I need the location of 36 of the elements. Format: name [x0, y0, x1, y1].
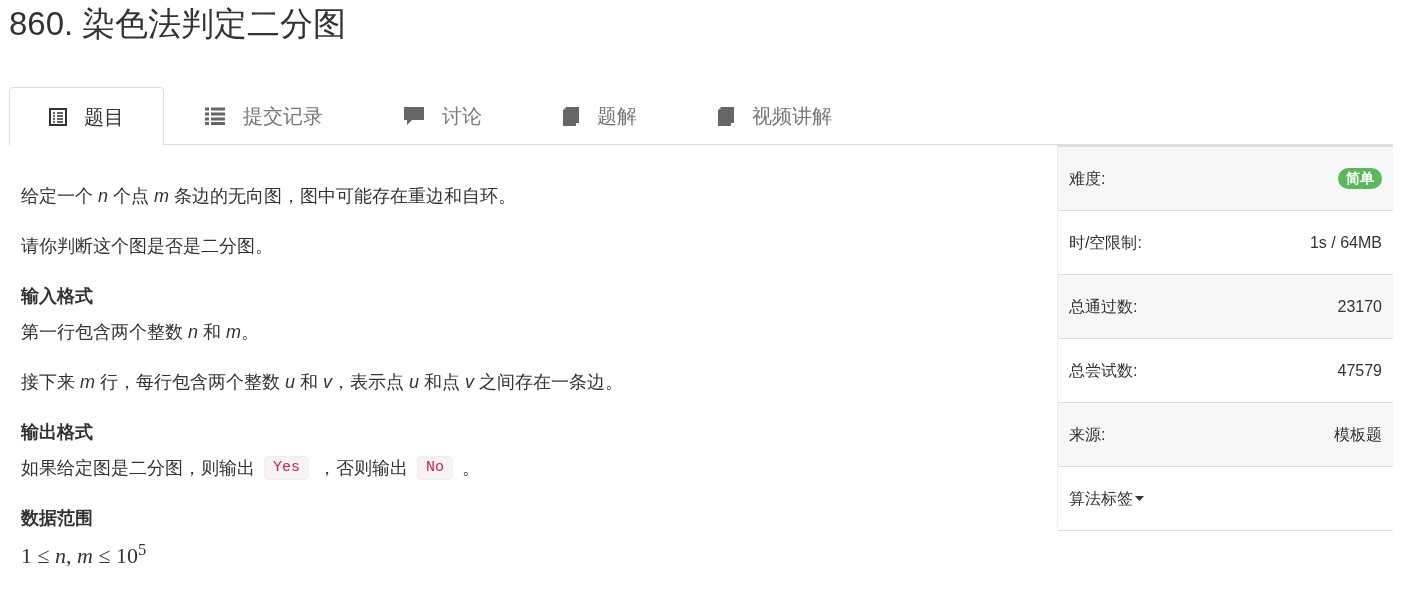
book-icon [562, 106, 580, 126]
info-label: 来源: [1069, 424, 1106, 445]
paragraph: 接下来 m 行，每行包含两个整数 u 和 v，表示点 u 和点 v 之间存在一条边。 [21, 371, 624, 394]
tab[interactable]: 视频讲解 [677, 87, 872, 145]
tab[interactable]: 题解 [522, 87, 677, 145]
tags-dropdown[interactable]: 算法标签 [1069, 486, 1144, 511]
info-label: 难度: [1069, 168, 1106, 189]
book-icon [717, 106, 735, 126]
section-heading: 输入格式 [21, 285, 93, 308]
info-label: 时/空限制: [1069, 232, 1142, 253]
tab[interactable]: 提交记录 [164, 87, 363, 145]
info-value: 1s / 64MB [1309, 232, 1382, 253]
list-icon [204, 107, 226, 125]
info-label: 总通过数: [1069, 296, 1138, 317]
document-icon [49, 107, 67, 126]
paragraph: 如果给定图是二分图，则输出 [21, 457, 255, 480]
caret-icon [1135, 496, 1144, 501]
paragraph: ，否则输出 [318, 457, 408, 480]
code-snippet: No [417, 456, 454, 480]
tab[interactable]: 题目 [9, 87, 164, 146]
tab[interactable]: 讨论 [363, 87, 522, 145]
info-label: 总尝试数: [1069, 360, 1138, 381]
info-value: 23170 [1337, 296, 1382, 317]
paragraph: 第一行包含两个整数 n 和 m。 [21, 321, 260, 344]
difficulty-badge: 简单 [1338, 168, 1382, 189]
info-value: 模板题 [1334, 424, 1382, 445]
speech-bubble-icon [403, 106, 425, 126]
code-snippet: Yes [264, 456, 309, 480]
section-heading: 输出格式 [21, 421, 93, 444]
paragraph: 给定一个 n 个点 m 条边的无向图，图中可能存在重边和自环。 [21, 185, 517, 208]
section-heading: 数据范围 [21, 507, 93, 530]
info-value: 47579 [1337, 360, 1382, 381]
paragraph: 请你判断这个图是否是二分图。 [21, 235, 273, 258]
paragraph: 。 [462, 457, 481, 480]
math-formula: 1 ≤ n, m ≤ 10$^{5}$ [21, 541, 147, 570]
problem-title: 860. 染色法判定二分图 [9, 4, 348, 44]
